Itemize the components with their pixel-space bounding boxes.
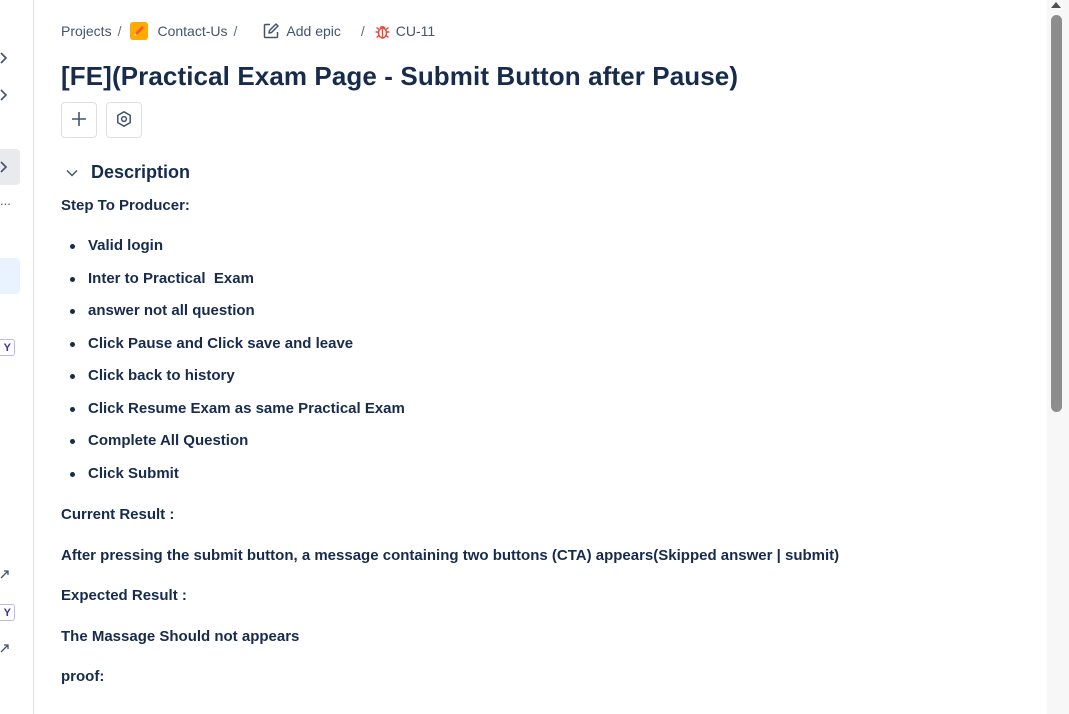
breadcrumb-issue[interactable]: CU-11 <box>374 23 435 40</box>
chevron-down-icon <box>65 168 79 178</box>
pencil-project-icon <box>130 22 149 40</box>
more-icon[interactable]: ... <box>0 194 20 207</box>
breadcrumb-separator: / <box>360 23 365 39</box>
issue-view: Projects / Contact-Us / Add epic / CU-11… <box>35 0 1047 714</box>
scroll-up-arrow-icon[interactable] <box>1051 2 1061 8</box>
hexagon-settings-icon <box>115 110 133 131</box>
external-link-icon[interactable] <box>0 643 20 653</box>
list-item: Click Submit <box>61 464 405 497</box>
sidebar-badge: Y <box>0 604 15 621</box>
edit-icon <box>262 22 280 40</box>
sidebar-selected-item[interactable] <box>0 258 20 294</box>
left-sidebar: ... Y Y <box>0 0 34 714</box>
description-heading: Description <box>91 162 191 182</box>
list-item: Click Pause and Click save and leave <box>61 334 405 367</box>
breadcrumb-project-label: Contact-Us <box>157 23 228 39</box>
add-button[interactable] <box>61 102 97 138</box>
issue-actions <box>61 102 142 138</box>
breadcrumb-separator: / <box>233 23 238 39</box>
list-item: Click back to history <box>61 366 405 399</box>
steps-list: Valid login Inter to Practical Exam answ… <box>61 236 405 496</box>
chevron-right-icon[interactable] <box>0 160 20 174</box>
sidebar-badge: Y <box>0 339 15 356</box>
current-result-text: After pressing the submit button, a mess… <box>61 547 840 564</box>
expected-result-text: The Massage Should not appears <box>61 628 300 645</box>
proof-label: proof: <box>61 668 105 685</box>
expected-result-label: Expected Result : <box>61 587 187 604</box>
apps-button[interactable] <box>106 102 142 138</box>
plus-icon <box>70 110 88 131</box>
external-link-icon[interactable] <box>0 569 20 579</box>
list-item: answer not all question <box>61 301 405 334</box>
add-epic-label: Add epic <box>286 23 341 39</box>
add-epic-button[interactable]: Add epic <box>262 22 341 40</box>
list-item: Valid login <box>61 236 405 269</box>
current-result-label: Current Result : <box>61 506 175 523</box>
list-item: Complete All Question <box>61 431 405 464</box>
breadcrumb: Projects / Contact-Us / Add epic / CU-11 <box>61 22 435 40</box>
breadcrumb-separator: / <box>117 23 122 39</box>
steps-heading: Step To Producer: <box>61 197 190 214</box>
bug-icon <box>374 23 391 40</box>
scrollbar-thumb[interactable] <box>1051 15 1062 412</box>
list-item: Click Resume Exam as same Practical Exam <box>61 399 405 432</box>
description-toggle[interactable]: Description <box>65 162 190 183</box>
list-item: Inter to Practical Exam <box>61 269 405 302</box>
chevron-right-icon[interactable] <box>0 51 20 65</box>
breadcrumb-project[interactable]: Contact-Us <box>130 22 228 40</box>
issue-title[interactable]: [FE](Practical Exam Page - Submit Button… <box>61 61 738 92</box>
issue-key: CU-11 <box>395 23 436 39</box>
chevron-right-icon[interactable] <box>0 88 20 102</box>
breadcrumb-projects[interactable]: Projects <box>61 23 112 39</box>
